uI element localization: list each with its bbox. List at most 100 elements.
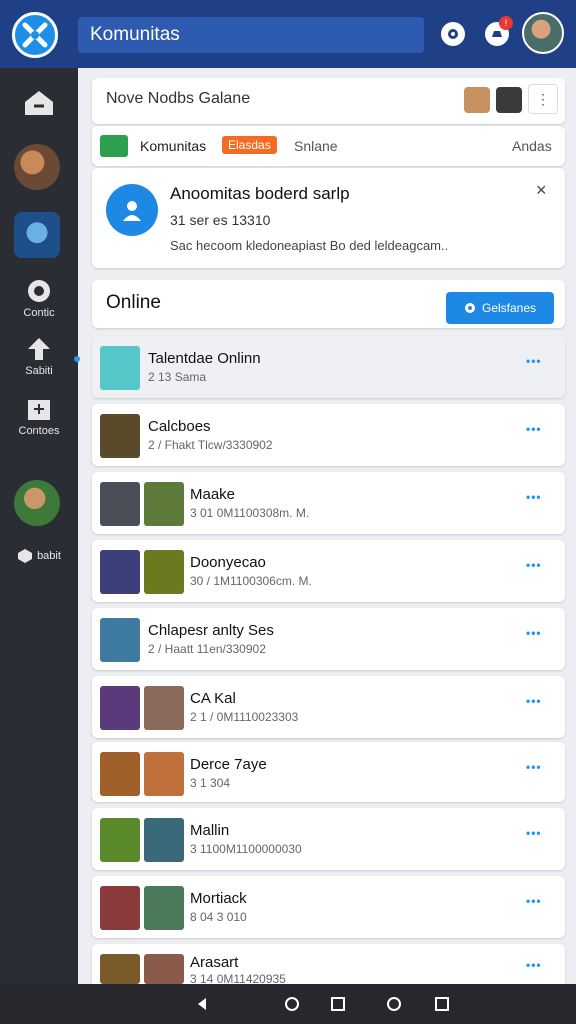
game-thumbnail: [100, 414, 140, 458]
cube-icon: [18, 549, 33, 563]
game-meta: 2 1 / 0M1110023303: [190, 710, 299, 724]
list-item[interactable]: Arasart 3 14 0M11420935 •••: [92, 944, 565, 986]
more-icon[interactable]: •••: [526, 354, 542, 368]
tabs-bar: Komunitas Elasdas Snlane Andas: [92, 126, 565, 166]
game-name: Calcboes: [148, 418, 211, 435]
new-post-card: Nove Nodbs Galane ⋮: [92, 78, 565, 124]
sidebar: Contic Sabiti Contoes babit: [0, 68, 78, 984]
sidebar-game-avatar[interactable]: [14, 212, 60, 258]
game-thumbnail: [144, 752, 184, 796]
tab-elasdas[interactable]: Elasdas: [222, 136, 277, 154]
back-icon[interactable]: [194, 996, 210, 1012]
game-name: Maake: [190, 486, 236, 503]
online-title: Online: [106, 292, 161, 313]
home-icon: [25, 91, 53, 115]
promo-subtitle: 31 ser es 13310: [170, 212, 271, 228]
list-item[interactable]: Derce 7aye 3 1 304 •••: [92, 742, 565, 802]
sidebar-item-contoes[interactable]: Contoes: [0, 398, 78, 437]
game-thumbnail: [144, 886, 184, 930]
more-icon[interactable]: •••: [526, 826, 542, 840]
friend-avatar[interactable]: [464, 87, 490, 113]
tab-snlane[interactable]: Snlane: [294, 138, 338, 154]
online-header: Online Gelsfanes: [92, 280, 565, 328]
game-thumbnail: [100, 482, 140, 526]
sidebar-item-babit[interactable]: babit: [0, 548, 78, 564]
promo-card: Anoomitas boderd sarlp 31 ser es 13310 S…: [92, 168, 565, 268]
more-icon[interactable]: •••: [526, 958, 542, 972]
game-meta: 2 13 Sama: [148, 370, 207, 384]
game-name: Derce 7aye: [190, 756, 267, 773]
game-thumbnail: [100, 886, 140, 930]
chat-icon[interactable]: [441, 22, 465, 46]
game-name: Mortiack: [190, 890, 247, 907]
sidebar-item-label: babit: [37, 550, 61, 562]
home-circle-icon[interactable]: [386, 996, 402, 1012]
list-item[interactable]: Mortiack 8 04 3 010 •••: [92, 876, 565, 938]
game-thumbnail: [100, 550, 140, 594]
game-meta: 3 1100M1100000030: [190, 842, 302, 856]
game-thumbnail: [100, 818, 140, 862]
sidebar-game-avatar[interactable]: [14, 144, 60, 190]
system-nav-bar: [0, 984, 576, 1024]
sidebar-active-indicator: [74, 356, 80, 362]
list-item[interactable]: Mallin 3 1100M1100000030 •••: [92, 808, 565, 870]
top-bar: Komunitas !: [0, 0, 576, 68]
game-name: Mallin: [190, 822, 230, 839]
sidebar-item-label: Contoes: [18, 425, 60, 437]
new-post-input[interactable]: Nove Nodbs Galane: [106, 90, 250, 108]
more-icon[interactable]: •••: [526, 894, 542, 908]
game-thumbnail: [144, 482, 184, 526]
sidebar-item-sabiti[interactable]: Sabiti: [0, 336, 78, 377]
list-item[interactable]: Doonyecao 30 / 1M1100306cm. M. •••: [92, 540, 565, 602]
notification-badge: !: [499, 16, 513, 30]
list-item[interactable]: Maake 3 01 0M1100308m. M. •••: [92, 472, 565, 534]
more-icon[interactable]: •••: [526, 626, 542, 640]
recents-icon[interactable]: [434, 996, 450, 1012]
game-name: Arasart: [190, 954, 239, 971]
sidebar-item-label: Contic: [23, 307, 55, 319]
more-button[interactable]: ⋮: [528, 84, 558, 114]
tab-komunitas-icon: [100, 135, 128, 157]
online-action-button[interactable]: Gelsfanes: [446, 292, 554, 324]
page-title: Komunitas: [78, 17, 424, 53]
more-icon[interactable]: •••: [526, 558, 542, 572]
more-icon[interactable]: •••: [526, 490, 542, 504]
friend-avatar[interactable]: [496, 87, 522, 113]
sidebar-item-contic[interactable]: Contic: [0, 278, 78, 319]
sidebar-item-home[interactable]: [0, 88, 78, 121]
game-meta: 3 1 304: [190, 776, 231, 790]
game-thumbnail: [144, 954, 184, 984]
game-name: Chlapesr anlty Ses: [148, 622, 274, 639]
tab-komunitas[interactable]: Komunitas: [140, 138, 206, 154]
more-icon[interactable]: •••: [526, 694, 542, 708]
controller-icon: [28, 280, 50, 302]
game-thumbnail: [100, 954, 140, 984]
game-name: CA Kal: [190, 690, 236, 707]
app-logo-icon[interactable]: [12, 12, 58, 58]
list-item[interactable]: CA Kal 2 1 / 0M1110023303 •••: [92, 676, 565, 738]
game-thumbnail: [144, 550, 184, 594]
game-meta: 2 / Fhakt Tlcw/3330902: [148, 438, 273, 452]
home-circle-icon[interactable]: [284, 996, 300, 1012]
more-icon[interactable]: •••: [526, 422, 542, 436]
profile-avatar[interactable]: [522, 12, 564, 54]
sidebar-item-label: Sabiti: [25, 365, 53, 377]
recents-icon[interactable]: [330, 996, 346, 1012]
game-name: Talentdae Onlinn: [148, 350, 261, 367]
list-item[interactable]: Calcboes 2 / Fhakt Tlcw/3330902 •••: [92, 404, 565, 466]
more-icon[interactable]: •••: [526, 760, 542, 774]
promo-title: Anoomitas boderd sarlp: [170, 184, 350, 203]
sidebar-game-avatar[interactable]: [14, 480, 60, 526]
game-thumbnail: [100, 618, 140, 662]
upload-icon: [28, 338, 50, 360]
list-item[interactable]: Chlapesr anlty Ses 2 / Haatt 11en/330902…: [92, 608, 565, 670]
promo-description: Sac hecoom kledoneapiast Bo ded leldeagc…: [170, 238, 449, 253]
game-name: Doonyecao: [190, 554, 266, 571]
tab-andas[interactable]: Andas: [512, 138, 552, 154]
online-action-label: Gelsfanes: [481, 301, 537, 315]
list-item[interactable]: Talentdae Onlinn 2 13 Sama •••: [92, 336, 565, 398]
close-icon[interactable]: ×: [536, 180, 547, 201]
game-meta: 2 / Haatt 11en/330902: [148, 642, 266, 656]
game-meta: 30 / 1M1100306cm. M.: [190, 574, 312, 588]
game-thumbnail: [100, 752, 140, 796]
